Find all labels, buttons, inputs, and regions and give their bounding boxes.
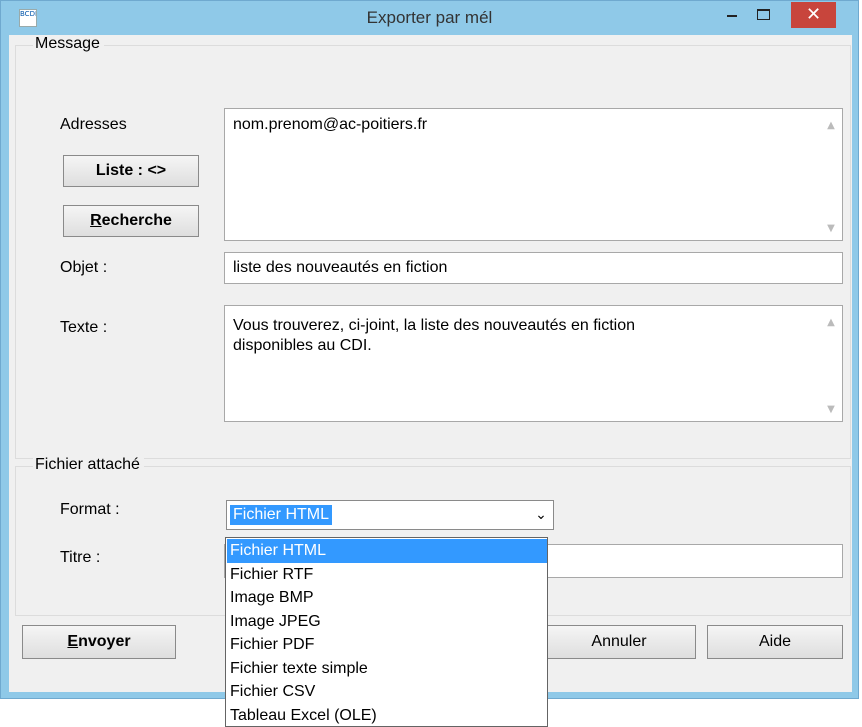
recherche-button[interactable]: Recherche — [63, 205, 199, 237]
format-option[interactable]: Fichier HTML — [227, 539, 547, 563]
objet-field[interactable]: liste des nouveautés en fiction — [224, 252, 843, 284]
maximize-icon — [757, 9, 770, 20]
format-option[interactable]: Fichier texte simple — [227, 657, 547, 681]
format-option[interactable]: Image JPEG — [227, 610, 547, 634]
chevron-down-icon[interactable]: ⌄ — [529, 501, 553, 529]
objet-value: liste des nouveautés en fiction — [233, 259, 448, 276]
format-option[interactable]: Tableau Excel (OLE) — [227, 704, 547, 727]
aide-button[interactable]: Aide — [707, 625, 843, 659]
texte-field[interactable]: Vous trouverez, ci-joint, la liste des n… — [224, 305, 843, 422]
format-option[interactable]: Fichier CSV — [227, 680, 547, 704]
message-legend: Message — [33, 35, 104, 53]
annuler-button-label: Annuler — [591, 633, 647, 650]
titre-label: Titre : — [60, 549, 101, 566]
format-option[interactable]: Fichier RTF — [227, 563, 547, 587]
format-dropdown-list: Fichier HTML Fichier RTF Image BMP Image… — [225, 537, 548, 727]
adresses-field[interactable]: nom.prenom@ac-poitiers.fr ▲ ▼ — [224, 108, 843, 241]
scroll-down-icon[interactable]: ▼ — [826, 405, 836, 415]
adresses-value: nom.prenom@ac-poitiers.fr — [233, 116, 428, 133]
format-select[interactable]: Fichier HTML ⌄ — [226, 500, 554, 530]
close-icon: ✕ — [805, 4, 822, 25]
annuler-button[interactable]: Annuler — [542, 625, 696, 659]
format-label: Format : — [60, 501, 120, 518]
format-option[interactable]: Fichier PDF — [227, 633, 547, 657]
recherche-mnemonic: R — [90, 212, 102, 229]
texte-value: Vous trouverez, ci-joint, la liste des n… — [233, 317, 635, 354]
minimize-button[interactable] — [717, 2, 747, 28]
aide-button-label: Aide — [758, 633, 792, 650]
envoyer-button[interactable]: Envoyer — [22, 625, 176, 659]
attachment-legend: Fichier attaché — [33, 456, 144, 474]
scroll-down-icon[interactable]: ▼ — [826, 224, 836, 234]
scroll-up-icon[interactable]: ▲ — [826, 121, 836, 131]
envoyer-button-label: nvoyer — [78, 633, 131, 650]
recherche-button-label: echerche — [101, 212, 172, 229]
minimize-icon — [727, 15, 737, 17]
texte-label: Texte : — [60, 319, 108, 336]
objet-label: Objet : — [60, 259, 108, 276]
format-option[interactable]: Image BMP — [227, 586, 547, 610]
envoyer-mnemonic: E — [67, 633, 79, 650]
title-bar[interactable]: BCDI Exporter par mél ✕ — [1, 1, 858, 35]
liste-button-label: Liste : <> — [95, 162, 167, 179]
scroll-up-icon[interactable]: ▲ — [826, 318, 836, 328]
maximize-button[interactable] — [749, 2, 779, 28]
liste-button[interactable]: Liste : <> — [63, 155, 199, 187]
adresses-label: Adresses — [60, 116, 127, 133]
format-selected-value: Fichier HTML — [230, 505, 333, 525]
close-button[interactable]: ✕ — [791, 2, 836, 28]
